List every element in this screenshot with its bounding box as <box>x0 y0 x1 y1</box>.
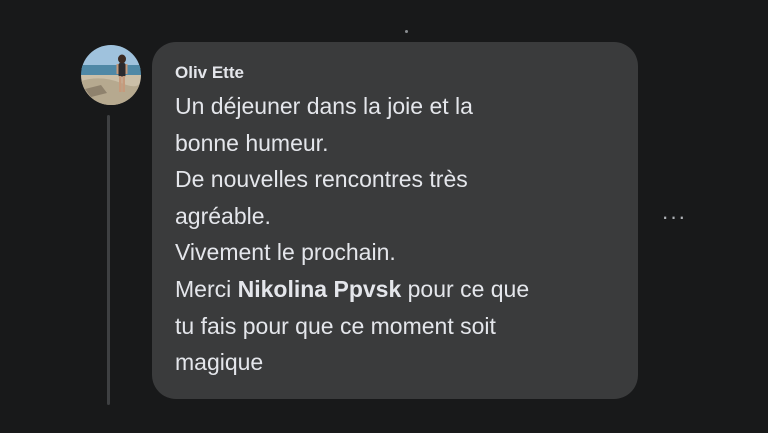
more-options-button[interactable]: ··· <box>656 203 692 231</box>
top-dot-marker <box>405 30 408 33</box>
comment-author[interactable]: Oliv Ette <box>175 62 618 84</box>
avatar[interactable] <box>81 45 141 105</box>
comment-line: Un déjeuner dans la joie et la <box>175 93 473 119</box>
mention-link[interactable]: Nikolina Ppvsk <box>238 276 402 302</box>
comment-line-with-mention: Merci Nikolina Ppvsk pour ce que <box>175 271 618 308</box>
avatar-beach-photo <box>81 45 141 105</box>
comment-line: agréable. <box>175 202 271 229</box>
comment-line: Vivement le prochain. <box>175 239 396 266</box>
comment-line: magique <box>175 349 264 376</box>
comment-line: tu fais pour que ce moment soit <box>175 312 496 339</box>
mention-suffix: pour ce que <box>401 275 530 302</box>
comment-text: Un déjeuner dans la joie et la bonne hum… <box>175 88 618 381</box>
comment-line: bonne humeur. <box>175 129 329 156</box>
more-horizontal-icon: ··· <box>661 204 687 229</box>
reply-thread-line <box>107 115 110 405</box>
comment-bubble: Oliv Ette Un déjeuner dans la joie et la… <box>152 42 638 399</box>
comment-line: De nouvelles rencontres très <box>175 166 468 193</box>
mention-prefix: Merci <box>175 275 238 302</box>
